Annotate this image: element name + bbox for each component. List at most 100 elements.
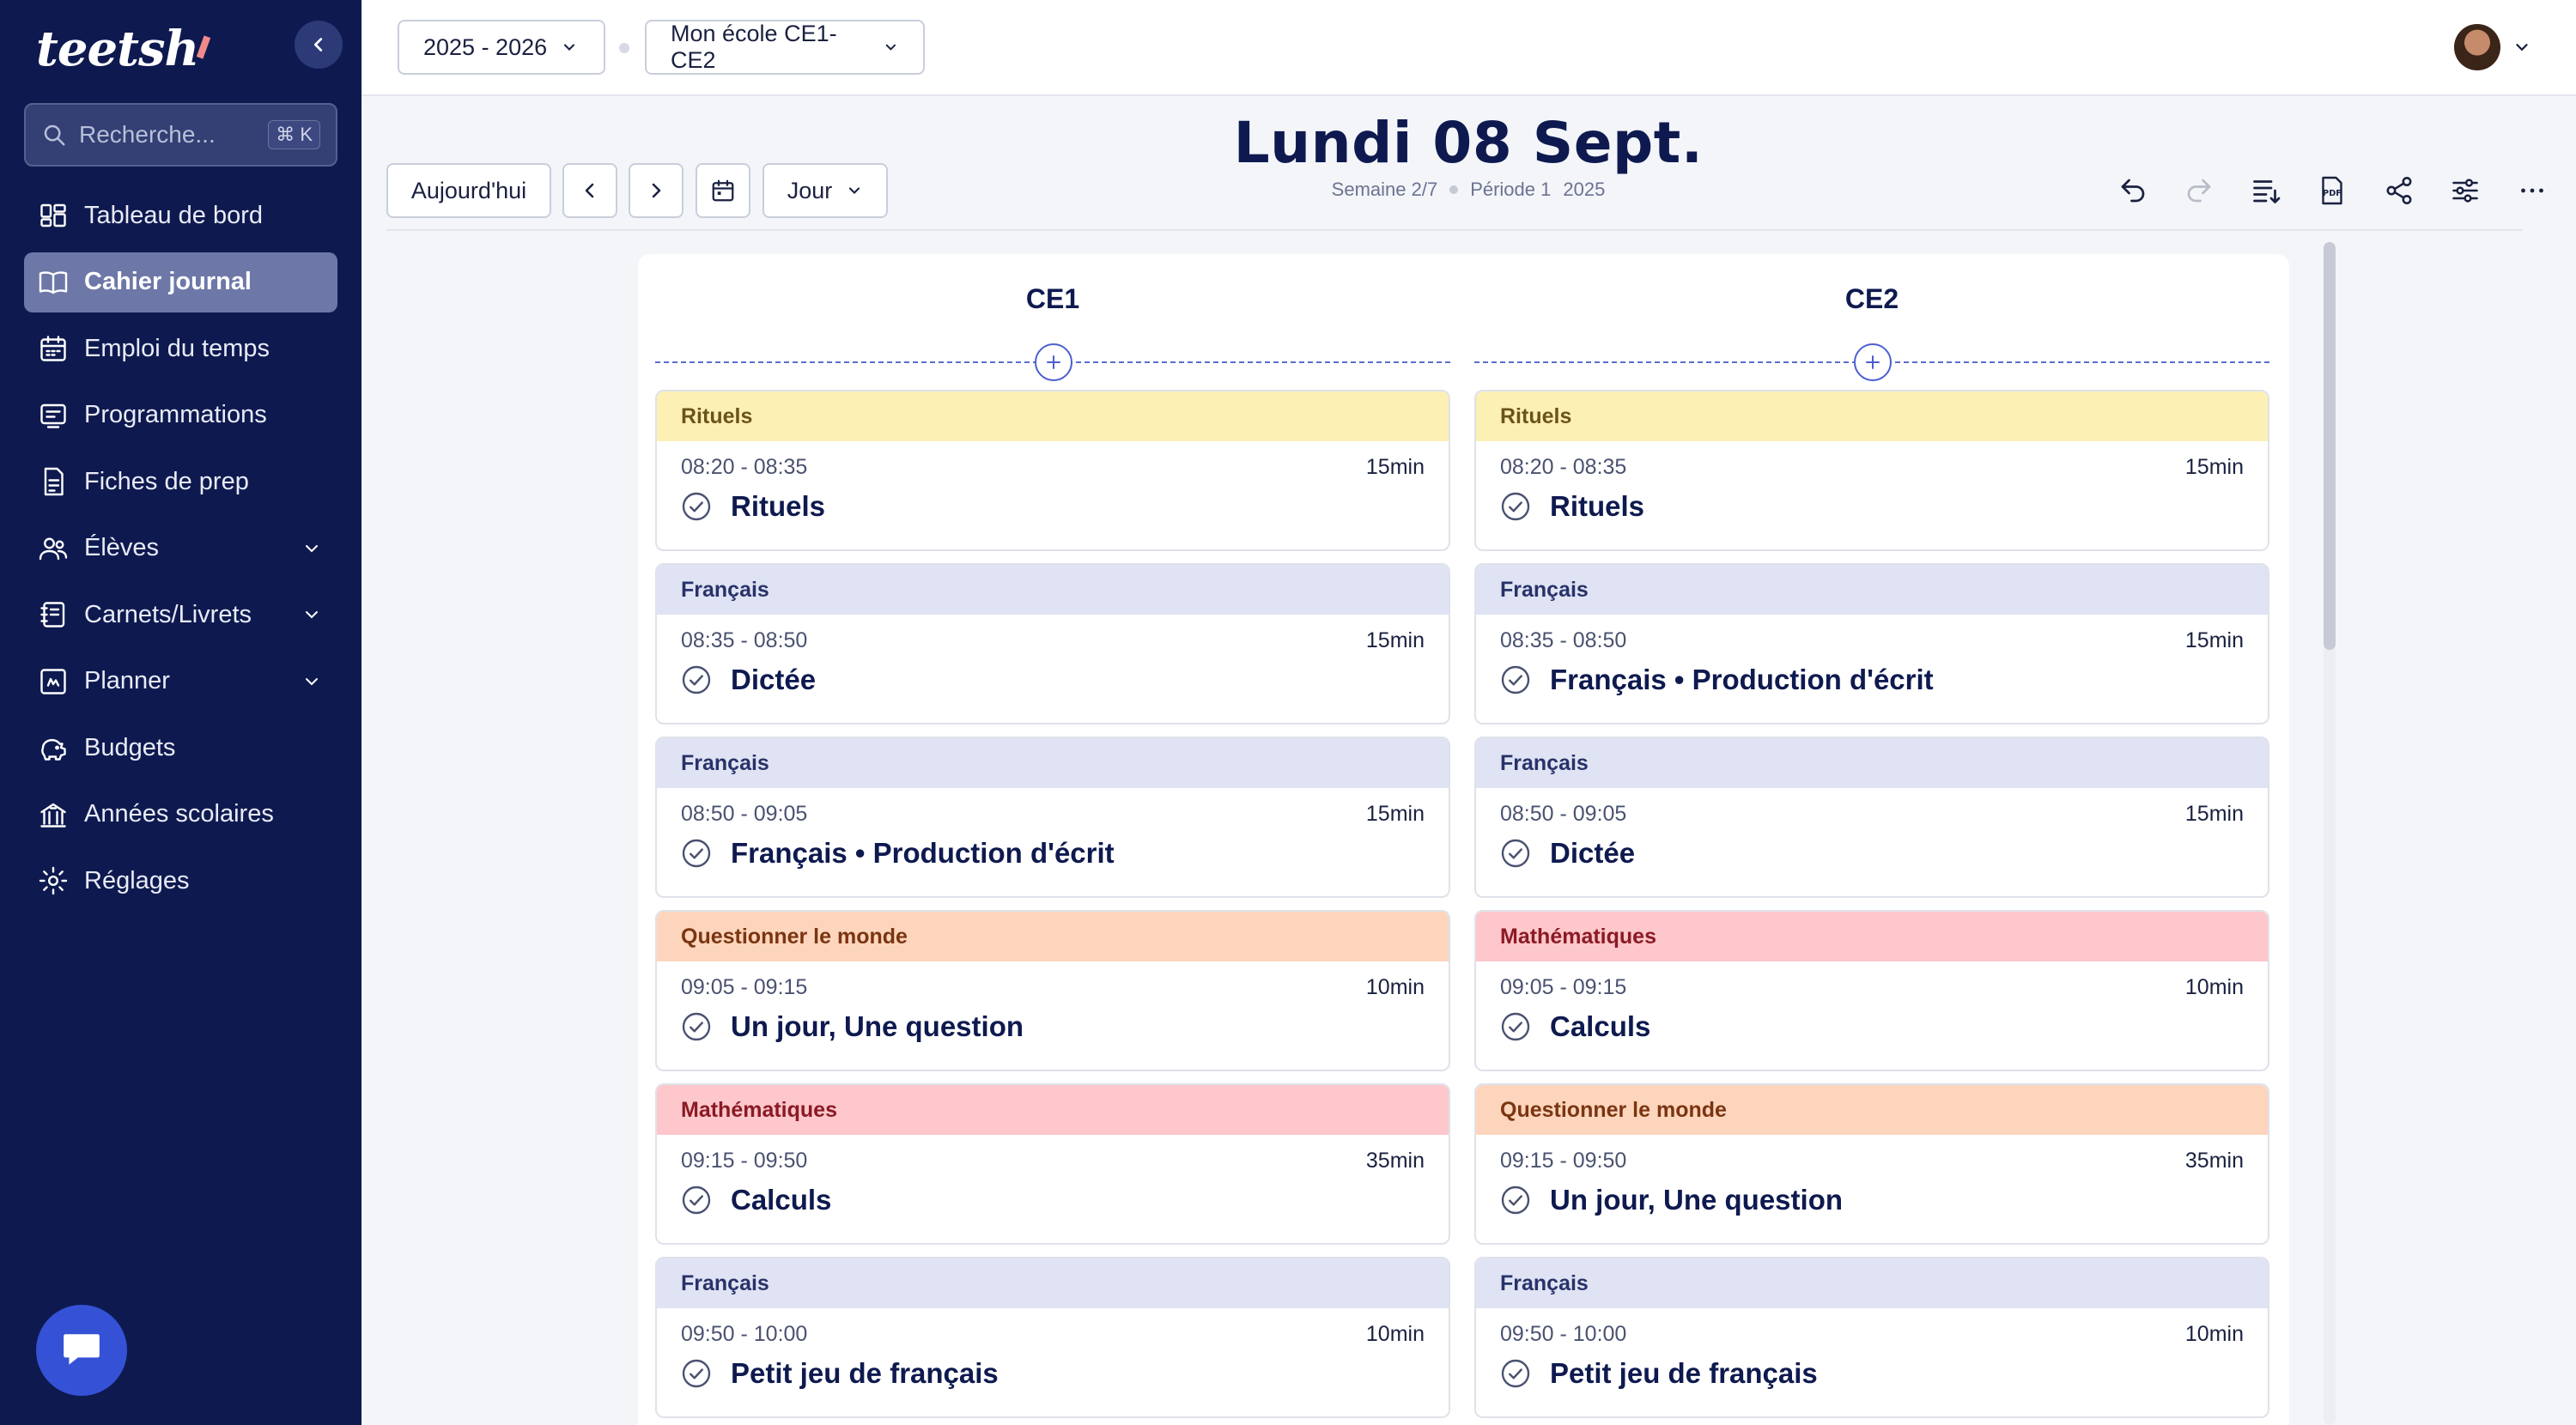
activity-card[interactable]: Questionner le monde 09:15 - 09:50 35min Un… bbox=[1474, 1083, 2269, 1245]
sidebar-item-planner[interactable]: Planner bbox=[24, 652, 337, 712]
sliders-icon bbox=[2452, 179, 2478, 203]
chat-support-button[interactable] bbox=[36, 1305, 127, 1396]
time-range: 08:50 - 09:05 bbox=[681, 802, 808, 826]
sidebar-item-label: Années scolaires bbox=[84, 800, 274, 828]
activity-card[interactable]: Français 08:50 - 09:05 15min Dictée bbox=[1474, 737, 2269, 898]
today-label: Aujourd'hui bbox=[410, 177, 527, 203]
sidebar-item-tableau-de-bord[interactable]: Tableau de bord bbox=[24, 185, 337, 246]
time-range: 09:05 - 09:15 bbox=[1500, 975, 1627, 999]
next-day-button[interactable] bbox=[629, 163, 683, 218]
plus-icon bbox=[1866, 355, 1880, 369]
check-circle-icon[interactable] bbox=[1500, 1011, 1531, 1042]
search-input[interactable]: Recherche... ⌘ K bbox=[24, 103, 337, 167]
subject-label: Français bbox=[1476, 1258, 2268, 1308]
activity-time-row: 09:05 - 09:15 10min bbox=[657, 961, 1449, 1000]
check-circle-icon[interactable] bbox=[681, 664, 712, 695]
check-circle-icon[interactable] bbox=[1500, 664, 1531, 695]
activity-title: Rituels bbox=[731, 490, 826, 522]
activity-card[interactable]: Français 09:50 - 10:00 10min Petit jeu de f… bbox=[655, 1257, 1450, 1418]
sidebar-item-cahier-journal[interactable]: Cahier journal bbox=[24, 252, 337, 312]
separator-dot bbox=[1449, 185, 1459, 194]
day-board: CE1 Rituels 08:20 - 08:35 15min Rituels Franç… bbox=[638, 254, 2289, 1425]
check-circle-icon[interactable] bbox=[681, 1358, 712, 1389]
time-range: 09:15 - 09:50 bbox=[1500, 1149, 1627, 1173]
view-mode-select[interactable]: Jour bbox=[762, 163, 888, 218]
sidebar-item-annees-scolaires[interactable]: Années scolaires bbox=[24, 785, 337, 845]
user-menu[interactable] bbox=[2454, 24, 2531, 70]
sidebar-item-label: Emploi du temps bbox=[84, 334, 270, 362]
activity-title-row: Calculs bbox=[657, 1173, 1449, 1216]
sidebar-item-label: Fiches de prep bbox=[84, 467, 249, 495]
subject-label: Rituels bbox=[1476, 391, 2268, 441]
activity-card[interactable]: Rituels 08:20 - 08:35 15min Rituels bbox=[1474, 390, 2269, 551]
activity-card[interactable]: Rituels 08:20 - 08:35 15min Rituels bbox=[655, 390, 1450, 551]
activity-card[interactable]: Français 08:35 - 08:50 15min Français • Pro… bbox=[1474, 563, 2269, 725]
sidebar-item-budgets[interactable]: Budgets bbox=[24, 718, 337, 778]
check-circle-icon[interactable] bbox=[1500, 1358, 1531, 1389]
add-activity-button[interactable] bbox=[1035, 343, 1072, 381]
activity-card[interactable]: Français 09:50 - 10:00 10min Petit jeu de f… bbox=[1474, 1257, 2269, 1418]
check-circle-icon[interactable] bbox=[681, 838, 712, 869]
chevron-down-icon[interactable] bbox=[300, 670, 324, 694]
toolbar-divider bbox=[386, 229, 2523, 231]
activity-time-row: 09:05 - 09:15 10min bbox=[1476, 961, 2268, 1000]
check-circle-icon[interactable] bbox=[1500, 838, 1531, 869]
sidebar-item-programmations[interactable]: Programmations bbox=[24, 385, 337, 446]
school-class-select[interactable]: Mon école CE1-CE2 bbox=[645, 20, 925, 75]
check-circle-icon[interactable] bbox=[1500, 1185, 1531, 1216]
duration: 15min bbox=[2184, 802, 2244, 826]
time-range: 08:20 - 08:35 bbox=[681, 455, 808, 479]
previous-day-button[interactable] bbox=[562, 163, 617, 218]
subject-label: Questionner le monde bbox=[657, 912, 1449, 961]
book-open-icon bbox=[38, 267, 69, 298]
activity-time-row: 09:50 - 10:00 10min bbox=[1476, 1308, 2268, 1347]
activity-card[interactable]: Français 08:35 - 08:50 15min Dictée bbox=[655, 563, 1450, 725]
sidebar-item-fiches-de-prep[interactable]: Fiches de prep bbox=[24, 452, 337, 512]
today-button[interactable]: Aujourd'hui bbox=[386, 163, 551, 218]
check-circle-icon[interactable] bbox=[681, 1185, 712, 1216]
chevron-down-icon[interactable] bbox=[300, 603, 324, 627]
sidebar-item-emploi-du-temps[interactable]: Emploi du temps bbox=[24, 318, 337, 379]
share-button[interactable] bbox=[2377, 168, 2421, 213]
subject-label: Mathématiques bbox=[1476, 912, 2268, 961]
activity-card[interactable]: Questionner le monde 09:05 - 09:15 10min Un… bbox=[655, 910, 1450, 1071]
export-pdf-button[interactable]: PDF bbox=[2310, 168, 2354, 213]
sidebar-item-eleves[interactable]: Élèves bbox=[24, 518, 337, 579]
sidebar-item-label: Planner bbox=[84, 667, 170, 694]
undo-button[interactable] bbox=[2111, 168, 2155, 213]
scrollbar-thumb[interactable] bbox=[2324, 242, 2336, 650]
sort-list-icon bbox=[2252, 180, 2280, 203]
activity-card[interactable]: Mathématiques 09:15 - 09:50 35min Calculs bbox=[655, 1083, 1450, 1245]
more-options-button[interactable] bbox=[2510, 168, 2555, 213]
add-activity-button[interactable] bbox=[1854, 343, 1892, 381]
time-range: 08:35 - 08:50 bbox=[1500, 628, 1627, 652]
app-logo[interactable]: teetsh bbox=[36, 21, 211, 77]
sidebar-item-carnets-livrets[interactable]: Carnets/Livrets bbox=[24, 585, 337, 645]
subject-label: Français bbox=[1476, 738, 2268, 788]
duration: 15min bbox=[1365, 802, 1425, 826]
check-circle-icon[interactable] bbox=[681, 491, 712, 522]
board-scrollbar[interactable] bbox=[2324, 242, 2336, 1425]
separator-dot bbox=[619, 43, 629, 53]
school-class-value: Mon école CE1-CE2 bbox=[671, 21, 837, 73]
redo-button[interactable] bbox=[2177, 168, 2221, 213]
activity-title: Petit jeu de français bbox=[731, 1357, 999, 1389]
chevron-down-icon[interactable] bbox=[300, 537, 324, 561]
activity-card[interactable]: Mathématiques 09:05 - 09:15 10min Calculs bbox=[1474, 910, 2269, 1071]
check-circle-icon[interactable] bbox=[1500, 491, 1531, 522]
sort-list-button[interactable] bbox=[2244, 168, 2288, 213]
search-placeholder: Recherche... bbox=[79, 121, 216, 148]
sidebar-item-reglages[interactable]: Réglages bbox=[24, 851, 337, 911]
time-range: 08:20 - 08:35 bbox=[1500, 455, 1627, 479]
activity-title-row: Un jour, Une question bbox=[657, 1000, 1449, 1043]
duration: 15min bbox=[2184, 628, 2244, 652]
filters-button[interactable] bbox=[2443, 168, 2488, 213]
collapse-sidebar-button[interactable] bbox=[295, 21, 343, 69]
activity-card[interactable]: Français 08:50 - 09:05 15min Français • Pro… bbox=[655, 737, 1450, 898]
subject-label: Mathématiques bbox=[657, 1085, 1449, 1135]
check-circle-icon[interactable] bbox=[681, 1011, 712, 1042]
activity-title: Rituels bbox=[1550, 490, 1645, 522]
date-picker-button[interactable] bbox=[696, 163, 750, 218]
users-icon bbox=[38, 533, 69, 564]
school-year-select[interactable]: 2025 - 2026 bbox=[398, 20, 605, 75]
